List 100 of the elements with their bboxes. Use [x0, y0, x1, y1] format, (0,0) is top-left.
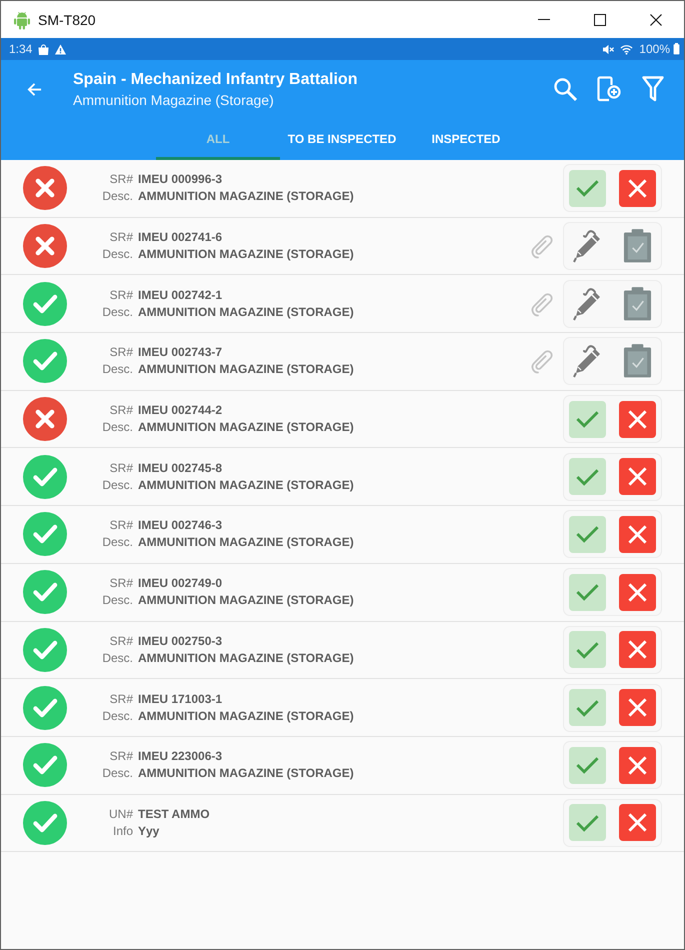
field-label: SR#	[108, 402, 133, 420]
field-label: Desc.	[101, 650, 133, 667]
approve-button[interactable]	[569, 516, 606, 553]
reject-button[interactable]	[619, 574, 656, 611]
x-icon	[628, 756, 647, 775]
approve-button[interactable]	[569, 170, 606, 207]
field-label: SR#	[108, 344, 133, 362]
battery-percent: 100%	[639, 42, 670, 56]
tab[interactable]: INSPECTED	[404, 118, 528, 160]
field-value: TEST AMMO	[138, 806, 210, 823]
filter-icon	[642, 76, 664, 102]
field-value: IMEU 002744-2	[138, 402, 222, 420]
field-value: AMMUNITION MAGAZINE (STORAGE)	[138, 188, 354, 206]
field-value: IMEU 002743-7	[138, 344, 222, 362]
clipboard-check-icon	[622, 228, 652, 264]
field-value: IMEU 002745-8	[138, 460, 222, 477]
reject-button[interactable]	[619, 689, 656, 726]
x-icon	[628, 178, 647, 198]
field-label: SR#	[108, 286, 133, 304]
tab[interactable]: ALL	[156, 118, 280, 160]
field-label: SR#	[108, 517, 133, 534]
field-value: IMEU 171003-1	[138, 690, 222, 708]
field-value: AMMUNITION MAGAZINE (STORAGE)	[138, 592, 354, 610]
shopping-bag-icon	[38, 44, 50, 54]
field-value: Yyy	[138, 822, 160, 840]
approve-button[interactable]	[569, 631, 606, 668]
reject-button[interactable]	[619, 746, 656, 784]
field-label: Desc.	[101, 304, 133, 321]
field-value: AMMUNITION MAGAZINE (STORAGE)	[138, 765, 354, 782]
reject-button[interactable]	[619, 400, 656, 438]
field-value: AMMUNITION MAGAZINE (STORAGE)	[138, 534, 354, 552]
screen-subtitle: Ammunition Magazine (Storage)	[73, 90, 275, 108]
field-label: SR#	[108, 171, 133, 188]
approve-button[interactable]	[569, 689, 606, 726]
approve-button[interactable]	[569, 400, 606, 438]
close-icon	[650, 14, 662, 26]
field-label: Desc.	[101, 419, 133, 436]
field-label: SR#	[108, 632, 133, 650]
reject-button[interactable]	[619, 170, 656, 207]
x-icon	[628, 410, 647, 429]
reject-button[interactable]	[619, 516, 656, 553]
check-icon	[576, 525, 599, 544]
arrow-left-icon	[26, 82, 42, 96]
minimize-icon	[538, 19, 550, 20]
approve-button[interactable]	[569, 458, 606, 496]
field-label: UN#	[108, 806, 133, 823]
field-value: AMMUNITION MAGAZINE (STORAGE)	[138, 304, 354, 321]
check-icon	[576, 698, 599, 717]
field-value: IMEU 002749-0	[138, 575, 222, 592]
field-value: IMEU 223006-3	[138, 748, 222, 766]
field-value: AMMUNITION MAGAZINE (STORAGE)	[138, 650, 354, 667]
check-icon	[576, 640, 599, 659]
field-label: SR#	[108, 229, 133, 246]
android-robot-icon	[13, 10, 31, 30]
field-label: Info	[112, 822, 133, 840]
search-icon	[553, 76, 577, 102]
field-label: Desc.	[101, 476, 133, 494]
approve-button[interactable]	[569, 804, 606, 842]
field-label: SR#	[108, 748, 133, 766]
field-label: Desc.	[101, 188, 133, 206]
paperclip-icon[interactable]	[529, 290, 555, 317]
reject-button[interactable]	[619, 631, 656, 668]
field-label: Desc.	[101, 246, 133, 264]
field-label: SR#	[108, 460, 133, 477]
document-plus-icon	[597, 76, 621, 102]
field-value: AMMUNITION MAGAZINE (STORAGE)	[138, 246, 354, 264]
approve-button[interactable]	[569, 574, 606, 611]
reject-button[interactable]	[619, 804, 656, 842]
check-icon	[576, 583, 599, 602]
window-title: SM-T820	[38, 12, 96, 28]
reject-button[interactable]	[619, 458, 656, 496]
field-value: AMMUNITION MAGAZINE (STORAGE)	[138, 361, 354, 378]
x-icon	[628, 640, 647, 660]
check-icon	[576, 410, 599, 428]
paperclip-icon[interactable]	[529, 348, 555, 374]
battery-icon	[673, 43, 680, 55]
x-icon	[628, 698, 647, 718]
field-value: IMEU 000996-3	[138, 171, 222, 188]
mute-icon	[603, 44, 614, 54]
field-label: Desc.	[101, 592, 133, 610]
wifi-icon	[620, 44, 634, 54]
paperclip-icon[interactable]	[529, 233, 555, 260]
x-icon	[628, 467, 647, 486]
field-value: AMMUNITION MAGAZINE (STORAGE)	[138, 419, 354, 436]
field-value: IMEU 002750-3	[138, 632, 222, 650]
field-label: Desc.	[101, 361, 133, 378]
field-label: SR#	[108, 575, 133, 592]
field-value: IMEU 002742-1	[138, 286, 222, 304]
screen-title: Spain - Mechanized Infantry Battalion	[73, 70, 358, 90]
field-value: IMEU 002741-6	[138, 229, 222, 246]
x-icon	[628, 582, 647, 602]
clipboard-check-icon	[622, 343, 652, 380]
check-icon	[576, 468, 599, 486]
field-label: Desc.	[101, 534, 133, 552]
check-icon	[576, 179, 599, 198]
tab[interactable]: TO BE INSPECTED	[280, 118, 404, 160]
approve-button[interactable]	[569, 746, 606, 784]
x-icon	[628, 813, 647, 832]
clipboard-check-icon	[622, 286, 652, 322]
field-value: AMMUNITION MAGAZINE (STORAGE)	[138, 476, 354, 494]
